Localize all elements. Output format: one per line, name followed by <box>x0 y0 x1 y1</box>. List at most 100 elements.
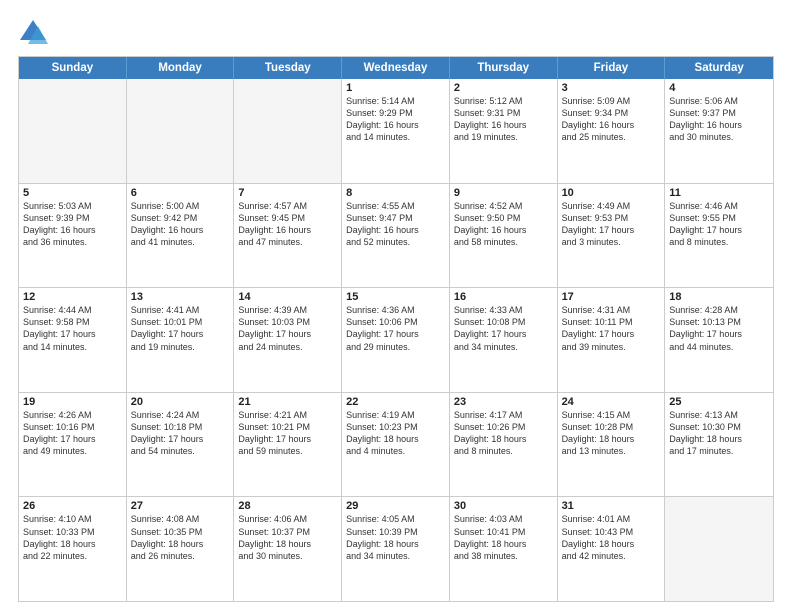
day-number: 22 <box>346 396 445 408</box>
day-number: 17 <box>562 291 661 303</box>
cell-text: Sunrise: 4:46 AM Sunset: 9:55 PM Dayligh… <box>669 200 769 249</box>
calendar-cell: 26Sunrise: 4:10 AM Sunset: 10:33 PM Dayl… <box>19 497 127 601</box>
cell-text: Sunrise: 5:00 AM Sunset: 9:42 PM Dayligh… <box>131 200 230 249</box>
cell-text: Sunrise: 4:31 AM Sunset: 10:11 PM Daylig… <box>562 304 661 353</box>
cell-text: Sunrise: 4:36 AM Sunset: 10:06 PM Daylig… <box>346 304 445 353</box>
day-number: 25 <box>669 396 769 408</box>
calendar-cell: 31Sunrise: 4:01 AM Sunset: 10:43 PM Dayl… <box>558 497 666 601</box>
calendar-row-1: 5Sunrise: 5:03 AM Sunset: 9:39 PM Daylig… <box>19 184 773 289</box>
calendar-body: 1Sunrise: 5:14 AM Sunset: 9:29 PM Daylig… <box>19 79 773 601</box>
calendar-cell: 13Sunrise: 4:41 AM Sunset: 10:01 PM Dayl… <box>127 288 235 392</box>
day-number: 29 <box>346 500 445 512</box>
cell-text: Sunrise: 4:17 AM Sunset: 10:26 PM Daylig… <box>454 409 553 458</box>
calendar-cell: 22Sunrise: 4:19 AM Sunset: 10:23 PM Dayl… <box>342 393 450 497</box>
day-number: 9 <box>454 187 553 199</box>
day-number: 11 <box>669 187 769 199</box>
calendar-cell: 7Sunrise: 4:57 AM Sunset: 9:45 PM Daylig… <box>234 184 342 288</box>
day-number: 24 <box>562 396 661 408</box>
day-number: 31 <box>562 500 661 512</box>
cell-text: Sunrise: 4:39 AM Sunset: 10:03 PM Daylig… <box>238 304 337 353</box>
header <box>18 18 774 48</box>
calendar-cell: 3Sunrise: 5:09 AM Sunset: 9:34 PM Daylig… <box>558 79 666 183</box>
calendar-cell: 5Sunrise: 5:03 AM Sunset: 9:39 PM Daylig… <box>19 184 127 288</box>
cell-text: Sunrise: 5:12 AM Sunset: 9:31 PM Dayligh… <box>454 95 553 144</box>
calendar-cell: 24Sunrise: 4:15 AM Sunset: 10:28 PM Dayl… <box>558 393 666 497</box>
calendar-row-2: 12Sunrise: 4:44 AM Sunset: 9:58 PM Dayli… <box>19 288 773 393</box>
day-number: 18 <box>669 291 769 303</box>
day-number: 26 <box>23 500 122 512</box>
day-number: 30 <box>454 500 553 512</box>
cell-text: Sunrise: 5:03 AM Sunset: 9:39 PM Dayligh… <box>23 200 122 249</box>
page: SundayMondayTuesdayWednesdayThursdayFrid… <box>0 0 792 612</box>
calendar-cell: 11Sunrise: 4:46 AM Sunset: 9:55 PM Dayli… <box>665 184 773 288</box>
calendar-cell: 30Sunrise: 4:03 AM Sunset: 10:41 PM Dayl… <box>450 497 558 601</box>
cell-text: Sunrise: 4:06 AM Sunset: 10:37 PM Daylig… <box>238 513 337 562</box>
calendar-header-row: SundayMondayTuesdayWednesdayThursdayFrid… <box>19 57 773 79</box>
header-cell-tuesday: Tuesday <box>234 57 342 79</box>
cell-text: Sunrise: 5:06 AM Sunset: 9:37 PM Dayligh… <box>669 95 769 144</box>
calendar-cell: 8Sunrise: 4:55 AM Sunset: 9:47 PM Daylig… <box>342 184 450 288</box>
calendar-cell: 25Sunrise: 4:13 AM Sunset: 10:30 PM Dayl… <box>665 393 773 497</box>
day-number: 3 <box>562 82 661 94</box>
calendar-cell: 9Sunrise: 4:52 AM Sunset: 9:50 PM Daylig… <box>450 184 558 288</box>
cell-text: Sunrise: 4:19 AM Sunset: 10:23 PM Daylig… <box>346 409 445 458</box>
day-number: 21 <box>238 396 337 408</box>
calendar-cell <box>234 79 342 183</box>
header-cell-wednesday: Wednesday <box>342 57 450 79</box>
calendar-cell: 21Sunrise: 4:21 AM Sunset: 10:21 PM Dayl… <box>234 393 342 497</box>
cell-text: Sunrise: 4:55 AM Sunset: 9:47 PM Dayligh… <box>346 200 445 249</box>
calendar-cell: 20Sunrise: 4:24 AM Sunset: 10:18 PM Dayl… <box>127 393 235 497</box>
cell-text: Sunrise: 4:49 AM Sunset: 9:53 PM Dayligh… <box>562 200 661 249</box>
calendar-cell: 15Sunrise: 4:36 AM Sunset: 10:06 PM Dayl… <box>342 288 450 392</box>
day-number: 5 <box>23 187 122 199</box>
calendar-row-4: 26Sunrise: 4:10 AM Sunset: 10:33 PM Dayl… <box>19 497 773 601</box>
cell-text: Sunrise: 4:57 AM Sunset: 9:45 PM Dayligh… <box>238 200 337 249</box>
header-cell-monday: Monday <box>127 57 235 79</box>
calendar-cell: 18Sunrise: 4:28 AM Sunset: 10:13 PM Dayl… <box>665 288 773 392</box>
calendar: SundayMondayTuesdayWednesdayThursdayFrid… <box>18 56 774 602</box>
cell-text: Sunrise: 4:08 AM Sunset: 10:35 PM Daylig… <box>131 513 230 562</box>
day-number: 10 <box>562 187 661 199</box>
logo <box>18 18 52 48</box>
calendar-cell: 6Sunrise: 5:00 AM Sunset: 9:42 PM Daylig… <box>127 184 235 288</box>
calendar-cell: 10Sunrise: 4:49 AM Sunset: 9:53 PM Dayli… <box>558 184 666 288</box>
cell-text: Sunrise: 4:10 AM Sunset: 10:33 PM Daylig… <box>23 513 122 562</box>
calendar-cell: 29Sunrise: 4:05 AM Sunset: 10:39 PM Dayl… <box>342 497 450 601</box>
calendar-row-3: 19Sunrise: 4:26 AM Sunset: 10:16 PM Dayl… <box>19 393 773 498</box>
day-number: 27 <box>131 500 230 512</box>
day-number: 20 <box>131 396 230 408</box>
header-cell-saturday: Saturday <box>665 57 773 79</box>
header-cell-sunday: Sunday <box>19 57 127 79</box>
calendar-cell: 23Sunrise: 4:17 AM Sunset: 10:26 PM Dayl… <box>450 393 558 497</box>
cell-text: Sunrise: 4:33 AM Sunset: 10:08 PM Daylig… <box>454 304 553 353</box>
cell-text: Sunrise: 4:15 AM Sunset: 10:28 PM Daylig… <box>562 409 661 458</box>
cell-text: Sunrise: 4:26 AM Sunset: 10:16 PM Daylig… <box>23 409 122 458</box>
day-number: 12 <box>23 291 122 303</box>
day-number: 16 <box>454 291 553 303</box>
day-number: 28 <box>238 500 337 512</box>
cell-text: Sunrise: 4:01 AM Sunset: 10:43 PM Daylig… <box>562 513 661 562</box>
calendar-cell: 14Sunrise: 4:39 AM Sunset: 10:03 PM Dayl… <box>234 288 342 392</box>
calendar-cell <box>665 497 773 601</box>
calendar-cell: 4Sunrise: 5:06 AM Sunset: 9:37 PM Daylig… <box>665 79 773 183</box>
day-number: 8 <box>346 187 445 199</box>
day-number: 7 <box>238 187 337 199</box>
header-cell-thursday: Thursday <box>450 57 558 79</box>
day-number: 15 <box>346 291 445 303</box>
calendar-cell: 19Sunrise: 4:26 AM Sunset: 10:16 PM Dayl… <box>19 393 127 497</box>
cell-text: Sunrise: 4:44 AM Sunset: 9:58 PM Dayligh… <box>23 304 122 353</box>
calendar-cell: 28Sunrise: 4:06 AM Sunset: 10:37 PM Dayl… <box>234 497 342 601</box>
calendar-row-0: 1Sunrise: 5:14 AM Sunset: 9:29 PM Daylig… <box>19 79 773 184</box>
day-number: 1 <box>346 82 445 94</box>
calendar-cell: 17Sunrise: 4:31 AM Sunset: 10:11 PM Dayl… <box>558 288 666 392</box>
day-number: 6 <box>131 187 230 199</box>
cell-text: Sunrise: 4:24 AM Sunset: 10:18 PM Daylig… <box>131 409 230 458</box>
day-number: 2 <box>454 82 553 94</box>
day-number: 23 <box>454 396 553 408</box>
cell-text: Sunrise: 4:28 AM Sunset: 10:13 PM Daylig… <box>669 304 769 353</box>
calendar-cell: 27Sunrise: 4:08 AM Sunset: 10:35 PM Dayl… <box>127 497 235 601</box>
calendar-cell: 12Sunrise: 4:44 AM Sunset: 9:58 PM Dayli… <box>19 288 127 392</box>
day-number: 4 <box>669 82 769 94</box>
cell-text: Sunrise: 4:41 AM Sunset: 10:01 PM Daylig… <box>131 304 230 353</box>
calendar-cell <box>127 79 235 183</box>
